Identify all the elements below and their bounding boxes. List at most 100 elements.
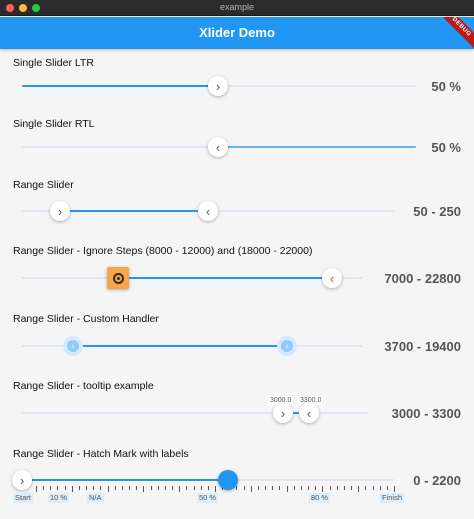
custom-handler-slider-value: 3700 - 19400 — [384, 339, 461, 354]
hatch-tick — [250, 486, 252, 492]
hatch-label-start: Start — [13, 493, 33, 503]
slider-rtl-active-track — [218, 146, 416, 148]
range-slider-value: 50 - 250 — [413, 204, 461, 219]
ignore-steps-lower-thumb[interactable] — [107, 267, 129, 289]
hatch-tick — [293, 486, 295, 490]
chevron-right-icon: › — [19, 472, 25, 488]
hatch-tick — [286, 486, 288, 492]
hatch-tick — [100, 486, 102, 490]
hatch-tick — [43, 486, 45, 490]
hatch-tick — [265, 486, 267, 490]
hatch-tick — [358, 486, 360, 492]
hatch-tick — [129, 486, 131, 490]
chevron-left-icon: ‹ — [215, 139, 221, 155]
custom-handler-slider-active-track — [73, 345, 287, 347]
hatch-label-10: 10 % — [48, 493, 70, 503]
hatch-tick — [64, 486, 66, 490]
hatch-tick — [143, 486, 145, 492]
hatch-label-80: 80 % — [309, 493, 331, 503]
hatch-tick — [322, 486, 324, 492]
hatch-tick — [50, 486, 52, 490]
hatch-slider-active-track — [22, 479, 228, 481]
hatch-tick — [236, 486, 238, 490]
hatch-tick — [193, 486, 195, 490]
tooltip-slider-lower-thumb[interactable]: › — [273, 403, 293, 423]
hatch-tick — [272, 486, 274, 490]
hatch-tick — [121, 486, 123, 490]
slider-ltr-active-track — [22, 85, 218, 87]
tooltip-slider-value: 3000 - 3300 — [391, 406, 461, 421]
hatch-marks — [36, 486, 395, 492]
ignore-steps-upper-thumb[interactable]: ‹ — [322, 268, 342, 288]
hatch-tick — [279, 486, 281, 490]
slider-rtl-value: 50 % — [431, 140, 461, 155]
range-slider-lower-thumb[interactable]: › — [50, 201, 70, 221]
app-bar: Xlider Demo DEBUG — [0, 17, 474, 49]
slider-rtl-thumb[interactable]: ‹ — [208, 137, 228, 157]
hatch-tick — [172, 486, 174, 490]
hatch-slider-lower-thumb[interactable]: › — [12, 470, 32, 490]
hatch-tick — [86, 486, 88, 490]
ignore-steps-slider-value: 7000 - 22800 — [384, 271, 461, 286]
hatch-tick — [365, 486, 367, 490]
tooltip-slider-upper-thumb[interactable]: ‹ — [299, 403, 319, 423]
tooltip-slider-label: Range Slider - tooltip example — [13, 380, 154, 392]
hatch-tick — [372, 486, 374, 490]
hatch-tick — [343, 486, 345, 490]
hatch-slider-upper-thumb[interactable] — [218, 470, 238, 490]
hatch-tick — [78, 486, 80, 490]
hatch-tick — [300, 486, 302, 490]
chevron-left-icon: ‹ — [306, 405, 312, 421]
chevron-left-icon: ‹ — [281, 340, 293, 352]
hatch-tick — [379, 486, 381, 490]
hatch-label-50: 50 % — [197, 493, 219, 503]
hatch-tick — [150, 486, 152, 490]
hatch-tick — [215, 486, 216, 492]
slider-ltr-thumb[interactable]: › — [208, 76, 228, 96]
chevron-right-icon: › — [57, 203, 63, 219]
hatch-tick — [308, 486, 310, 490]
slider-rtl-label: Single Slider RTL — [13, 118, 95, 130]
chevron-right-icon: › — [67, 340, 79, 352]
custom-handler-slider-label: Range Slider - Custom Handler — [13, 313, 159, 325]
hatch-tick — [200, 486, 202, 490]
hatch-tick — [107, 486, 109, 492]
target-icon — [112, 272, 124, 284]
chevron-left-icon: ‹ — [329, 270, 335, 286]
hatch-tick — [164, 486, 166, 490]
hatch-slider-label: Range Slider - Hatch Mark with labels — [13, 448, 189, 460]
hatch-tick — [351, 486, 353, 490]
slider-ltr-value: 50 % — [431, 79, 461, 94]
custom-handler-lower-thumb[interactable]: › — [63, 336, 83, 356]
custom-handler-upper-thumb[interactable]: ‹ — [277, 336, 297, 356]
ignore-steps-slider-active-track — [118, 277, 332, 279]
hatch-tick — [136, 486, 138, 490]
chevron-right-icon: › — [215, 78, 221, 94]
range-slider-label: Range Slider — [13, 179, 74, 191]
chevron-left-icon: ‹ — [205, 203, 211, 219]
hatch-label-na: N/A — [87, 493, 104, 503]
hatch-tick — [336, 486, 338, 490]
hatch-tick — [386, 486, 388, 490]
hatch-label-finish: Finish — [380, 493, 405, 503]
range-slider-active-track — [60, 210, 208, 212]
hatch-tick — [36, 486, 37, 492]
window-title: example — [219, 2, 255, 12]
hatch-tick — [179, 486, 181, 492]
ignore-steps-slider-label: Range Slider - Ignore Steps (8000 - 1200… — [13, 245, 313, 257]
hatch-slider-value: 0 - 2200 — [413, 473, 461, 488]
window-titlebar: example — [0, 0, 474, 16]
hatch-tick — [207, 486, 209, 490]
chevron-right-icon: › — [280, 405, 286, 421]
hatch-tick — [71, 486, 73, 492]
hatch-tick — [57, 486, 59, 490]
hatch-tick — [186, 486, 188, 490]
app-title: Xlider Demo — [199, 25, 275, 40]
range-slider-upper-thumb[interactable]: ‹ — [198, 201, 218, 221]
hatch-tick — [157, 486, 159, 490]
slider-ltr-label: Single Slider LTR — [13, 57, 94, 69]
hatch-tick — [243, 486, 245, 490]
hatch-tick — [93, 486, 95, 490]
hatch-tick — [394, 486, 395, 492]
hatch-tick — [315, 486, 317, 490]
